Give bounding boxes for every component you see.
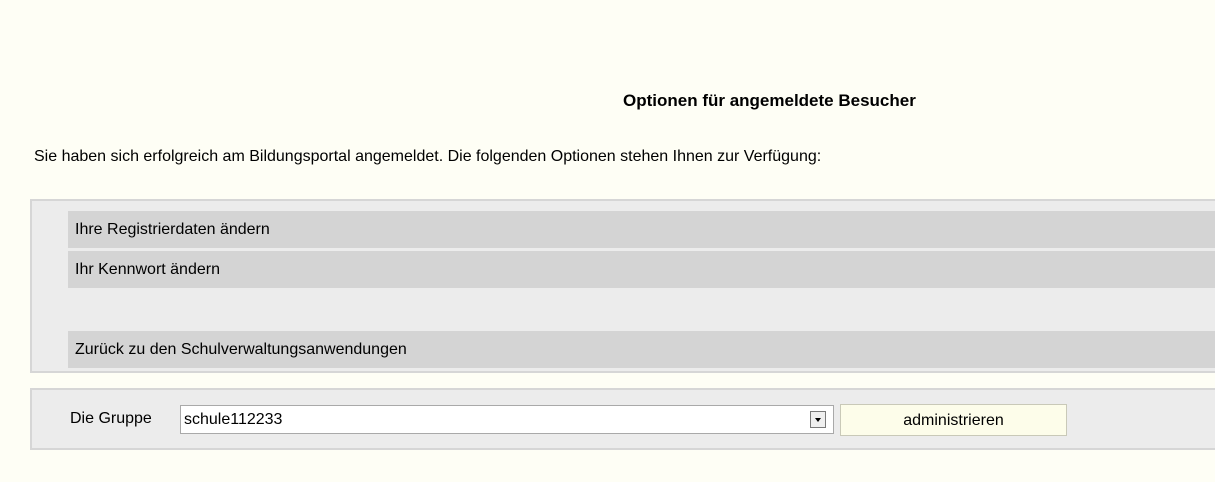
administrate-button[interactable]: administrieren	[840, 404, 1067, 436]
group-label: Die Gruppe	[70, 410, 152, 427]
back-to-apps-link[interactable]: Zurück zu den Schulverwaltungsanwendunge…	[68, 331, 1215, 368]
intro-text: Sie haben sich erfolgreich am Bildungspo…	[34, 148, 822, 165]
group-select[interactable]: schule112233	[180, 405, 834, 434]
change-password-link[interactable]: Ihr Kennwort ändern	[68, 251, 1215, 288]
dropdown-arrow-shape	[815, 418, 821, 422]
chevron-down-icon[interactable]	[810, 411, 826, 428]
group-select-value: schule112233	[184, 411, 283, 428]
page-title: Optionen für angemeldete Besucher	[623, 91, 916, 110]
page: Optionen für angemeldete Besucher Sie ha…	[0, 0, 1215, 482]
edit-registration-link[interactable]: Ihre Registrierdaten ändern	[68, 211, 1215, 248]
